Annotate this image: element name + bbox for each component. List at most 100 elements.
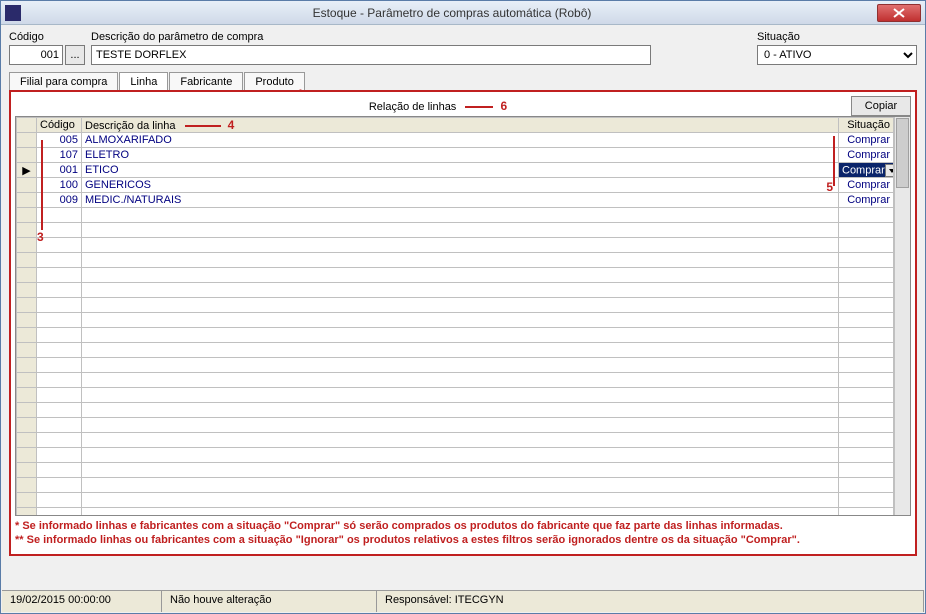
row-selector[interactable] xyxy=(17,328,37,343)
copy-button[interactable]: Copiar xyxy=(851,96,911,116)
cell-descricao[interactable] xyxy=(82,343,839,358)
cell-descricao[interactable] xyxy=(82,268,839,283)
cell-codigo[interactable]: 005 xyxy=(37,133,82,148)
row-selector[interactable] xyxy=(17,403,37,418)
cell-codigo[interactable] xyxy=(37,418,82,433)
row-selector[interactable] xyxy=(17,463,37,478)
cell-descricao[interactable] xyxy=(82,403,839,418)
cell-descricao[interactable] xyxy=(82,463,839,478)
cell-situacao[interactable] xyxy=(839,283,894,298)
situacao-select[interactable]: 0 - ATIVO xyxy=(757,45,917,65)
row-selector[interactable] xyxy=(17,493,37,508)
grid-header-codigo[interactable]: Código xyxy=(37,118,82,133)
row-selector[interactable] xyxy=(17,283,37,298)
cell-situacao[interactable] xyxy=(839,298,894,313)
table-row[interactable] xyxy=(17,253,894,268)
table-row[interactable] xyxy=(17,508,894,516)
cell-situacao[interactable] xyxy=(839,343,894,358)
cell-descricao[interactable] xyxy=(82,418,839,433)
cell-codigo[interactable] xyxy=(37,268,82,283)
cell-codigo[interactable] xyxy=(37,328,82,343)
cell-codigo[interactable] xyxy=(37,478,82,493)
cell-situacao[interactable] xyxy=(839,418,894,433)
row-selector[interactable] xyxy=(17,178,37,193)
tab-fabricante[interactable]: Fabricante xyxy=(169,72,243,91)
row-selector[interactable] xyxy=(17,313,37,328)
tab-linha[interactable]: Linha xyxy=(119,72,168,91)
grid-header-descricao[interactable]: Descrição da linha 4 xyxy=(82,118,839,133)
cell-codigo[interactable] xyxy=(37,343,82,358)
cell-codigo[interactable]: 107 xyxy=(37,148,82,163)
cell-situacao[interactable] xyxy=(839,463,894,478)
cell-codigo[interactable] xyxy=(37,298,82,313)
cell-descricao[interactable] xyxy=(82,253,839,268)
table-row[interactable]: 107ELETROComprar xyxy=(17,148,894,163)
cell-descricao[interactable]: MEDIC./NATURAIS xyxy=(82,193,839,208)
cell-situacao[interactable] xyxy=(839,508,894,516)
cell-situacao[interactable] xyxy=(839,313,894,328)
cell-codigo[interactable] xyxy=(37,313,82,328)
cell-situacao[interactable] xyxy=(839,493,894,508)
cell-codigo[interactable] xyxy=(37,283,82,298)
cell-descricao[interactable] xyxy=(82,433,839,448)
cell-codigo[interactable] xyxy=(37,433,82,448)
scroll-thumb[interactable] xyxy=(896,118,909,188)
table-row[interactable] xyxy=(17,313,894,328)
table-row[interactable] xyxy=(17,448,894,463)
grid-scrollbar[interactable] xyxy=(894,117,910,515)
row-selector[interactable] xyxy=(17,433,37,448)
cell-situacao[interactable] xyxy=(839,253,894,268)
cell-situacao[interactable] xyxy=(839,328,894,343)
cell-codigo[interactable] xyxy=(37,373,82,388)
cell-situacao[interactable] xyxy=(839,373,894,388)
cell-descricao[interactable] xyxy=(82,388,839,403)
codigo-input[interactable] xyxy=(9,45,63,65)
cell-descricao[interactable] xyxy=(82,283,839,298)
cell-descricao[interactable] xyxy=(82,508,839,516)
cell-descricao[interactable] xyxy=(82,313,839,328)
table-row[interactable] xyxy=(17,328,894,343)
table-row[interactable] xyxy=(17,388,894,403)
table-row[interactable] xyxy=(17,343,894,358)
row-selector[interactable]: ▶ xyxy=(17,163,37,178)
table-row[interactable] xyxy=(17,463,894,478)
table-row[interactable] xyxy=(17,478,894,493)
row-selector[interactable] xyxy=(17,133,37,148)
cell-codigo[interactable] xyxy=(37,208,82,223)
table-row[interactable] xyxy=(17,283,894,298)
row-selector[interactable] xyxy=(17,253,37,268)
cell-situacao[interactable]: Comprar xyxy=(839,193,894,208)
cell-situacao[interactable] xyxy=(839,448,894,463)
row-selector[interactable] xyxy=(17,238,37,253)
cell-situacao[interactable]: Comprar xyxy=(839,133,894,148)
row-selector[interactable] xyxy=(17,343,37,358)
table-row[interactable] xyxy=(17,373,894,388)
cell-codigo[interactable] xyxy=(37,463,82,478)
row-selector[interactable] xyxy=(17,358,37,373)
table-row[interactable] xyxy=(17,208,894,223)
cell-situacao[interactable] xyxy=(839,268,894,283)
table-row[interactable]: ▶001ETICOComprar xyxy=(17,163,894,178)
cell-situacao[interactable] xyxy=(839,403,894,418)
cell-descricao[interactable] xyxy=(82,448,839,463)
row-selector[interactable] xyxy=(17,223,37,238)
row-selector[interactable] xyxy=(17,298,37,313)
cell-descricao[interactable] xyxy=(82,298,839,313)
row-selector[interactable] xyxy=(17,208,37,223)
chevron-down-icon[interactable] xyxy=(885,164,894,177)
row-selector[interactable] xyxy=(17,193,37,208)
table-row[interactable] xyxy=(17,358,894,373)
table-row[interactable] xyxy=(17,433,894,448)
cell-codigo[interactable] xyxy=(37,358,82,373)
table-row[interactable]: 009MEDIC./NATURAISComprar xyxy=(17,193,894,208)
row-selector[interactable] xyxy=(17,508,37,516)
cell-codigo[interactable] xyxy=(37,403,82,418)
cell-situacao[interactable]: Comprar xyxy=(839,148,894,163)
cell-codigo[interactable]: 009 xyxy=(37,193,82,208)
cell-situacao[interactable] xyxy=(839,208,894,223)
table-row[interactable] xyxy=(17,238,894,253)
table-row[interactable] xyxy=(17,493,894,508)
tab-filial[interactable]: Filial para compra xyxy=(9,72,118,91)
cell-descricao[interactable] xyxy=(82,358,839,373)
descricao-input[interactable] xyxy=(91,45,651,65)
